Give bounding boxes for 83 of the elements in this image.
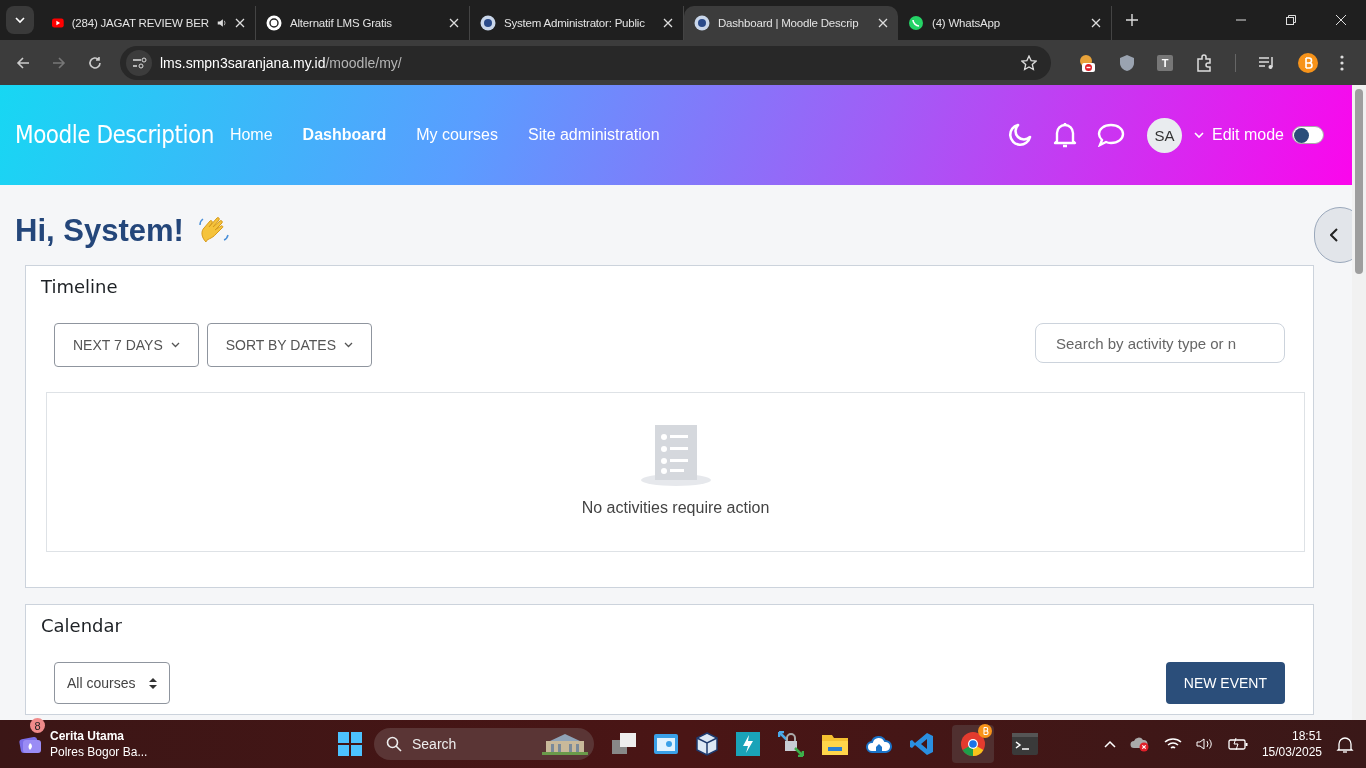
back-arrow-icon[interactable] <box>16 55 30 70</box>
tab-title: (284) JAGAT REVIEW BER <box>71 17 209 29</box>
bitcoin-badge-icon <box>978 724 992 738</box>
close-icon[interactable] <box>449 18 459 28</box>
taskbar-search-field[interactable]: Search <box>374 728 594 760</box>
address-field[interactable]: lms.smpn3saranjana.my.id/moodle/my/ <box>120 45 1051 80</box>
wifi-icon[interactable] <box>1163 737 1182 751</box>
forward-arrow-icon[interactable] <box>52 55 66 70</box>
card-title: Calendar <box>41 615 123 636</box>
url-text: lms.smpn3saranjana.my.id/moodle/my/ <box>160 54 402 71</box>
notification-badge: 8 <box>30 718 45 733</box>
chevron-down-icon <box>14 14 26 26</box>
play-logo-icon <box>52 17 64 29</box>
chevron-left-icon <box>1330 228 1338 242</box>
close-icon[interactable] <box>878 18 888 28</box>
battery-icon[interactable] <box>1227 737 1248 751</box>
tab-title: Alternatif LMS Gratis <box>290 17 393 29</box>
cloud-error-icon[interactable] <box>1129 736 1150 752</box>
card-title: Timeline <box>41 276 119 297</box>
tab-title: Dashboard | Moodle Descrip <box>718 17 860 29</box>
building-icon <box>542 733 588 755</box>
edit-mode-toggle[interactable] <box>1292 126 1324 144</box>
windows-start-icon[interactable] <box>338 732 362 756</box>
chevron-up-icon[interactable] <box>1103 740 1116 748</box>
speaker-icon[interactable] <box>1195 737 1214 751</box>
media-queue-icon[interactable] <box>1258 54 1276 71</box>
browser-tab[interactable]: Dashboard | Moodle Descrip <box>684 6 898 40</box>
browser-app-icon[interactable] <box>960 731 986 757</box>
course-select[interactable]: All courses <box>54 662 171 704</box>
search-icon <box>386 736 402 752</box>
search-field[interactable]: Search by activity type or n <box>1035 323 1285 363</box>
lightning-app-icon[interactable] <box>736 732 760 756</box>
emblem-icon <box>694 15 710 31</box>
edit-mode-label: Edit mode <box>1211 126 1284 144</box>
chevron-down-icon[interactable] <box>1193 131 1204 139</box>
folder-icon[interactable] <box>822 733 848 755</box>
notification-bell-icon[interactable] <box>1052 122 1077 148</box>
caret-icon <box>344 342 353 348</box>
close-icon[interactable] <box>663 18 673 28</box>
filter-dropdown[interactable]: SORT BY DATES <box>206 323 372 367</box>
clock-date[interactable]: 15/03/2025 <box>1261 744 1322 760</box>
tab-title: (4) WhatsApp <box>932 17 1001 29</box>
terminal-icon[interactable] <box>1012 733 1038 755</box>
news-subtitle: Polres Bogor Ba... <box>50 744 148 760</box>
close-icon[interactable] <box>1091 18 1101 28</box>
app-window-icon[interactable] <box>654 734 678 754</box>
shield-icon[interactable] <box>1119 53 1135 72</box>
search-label: Search <box>412 736 457 752</box>
caret-icon <box>170 342 180 348</box>
news-title: Cerita Utama <box>50 728 126 744</box>
list-document-icon <box>639 425 712 487</box>
cloud-icon[interactable] <box>866 734 892 754</box>
code-editor-icon[interactable] <box>910 732 934 756</box>
sort-caret-icon <box>149 677 158 689</box>
translate-extension-button[interactable]: T <box>1157 54 1173 71</box>
chat-bubble-icon[interactable] <box>1096 123 1125 147</box>
greeting-heading: Hi, System! <box>15 213 184 249</box>
close-icon[interactable] <box>235 18 245 28</box>
filter-dropdown[interactable]: NEXT 7 DAYS <box>54 323 199 367</box>
bitcoin-icon[interactable] <box>1298 52 1318 73</box>
close-icon[interactable] <box>1336 15 1346 25</box>
reload-icon[interactable] <box>88 55 102 70</box>
new-tab-icon[interactable] <box>1126 14 1138 26</box>
cube-icon[interactable] <box>696 732 718 756</box>
more-options-icon[interactable] <box>1340 54 1344 71</box>
lock-arrows-icon[interactable] <box>778 731 804 757</box>
restore-icon[interactable] <box>1286 15 1296 25</box>
clock-time[interactable]: 18:51 <box>1291 728 1322 744</box>
puzzle-icon[interactable] <box>1195 53 1213 72</box>
bell-snooze-icon[interactable] <box>1336 735 1354 753</box>
scrollbar[interactable] <box>1352 85 1366 720</box>
moon-icon[interactable] <box>1006 122 1033 148</box>
empty-message: No activities require action <box>581 499 770 517</box>
new-event-button[interactable]: NEW EVENT <box>1165 662 1285 704</box>
chat-logo-icon <box>908 15 924 31</box>
site-settings-icon[interactable] <box>126 49 152 76</box>
emblem-icon <box>480 15 496 31</box>
user-avatar[interactable]: SA <box>1146 117 1182 153</box>
tab-search-button[interactable] <box>6 6 34 34</box>
task-view-icon[interactable] <box>612 733 636 755</box>
star-icon[interactable] <box>1021 54 1037 71</box>
tab-title: System Administrator: Public <box>504 17 646 29</box>
blocker-extension-icon[interactable] <box>1077 52 1097 73</box>
